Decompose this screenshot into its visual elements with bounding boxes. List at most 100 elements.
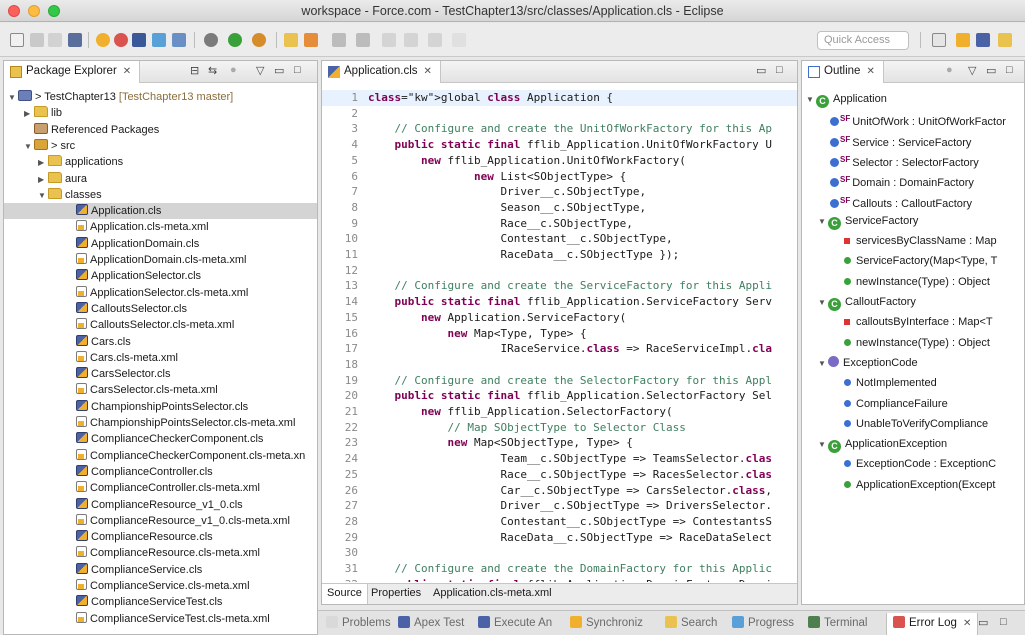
code-line[interactable]: 24 Team__c.SObjectType => TeamsSelector.…	[322, 451, 797, 467]
code-line[interactable]: 6 new List<SObjectType> {	[322, 169, 797, 185]
outline-item[interactable]: ▼ ExceptionCode	[802, 353, 1024, 373]
code-line[interactable]: 25 Race__c.SObjectType => RacesSelector.…	[322, 467, 797, 483]
tab-search[interactable]: Search	[665, 616, 717, 629]
code-line[interactable]: 32 public static final fflib_Application…	[322, 577, 797, 582]
last-edit-icon[interactable]	[382, 33, 396, 47]
outline-item[interactable]: servicesByClassName : Map	[802, 231, 1024, 251]
expand-toggle-icon[interactable]: ▼	[818, 293, 828, 312]
expand-toggle-icon[interactable]: ▶	[24, 106, 34, 121]
tree-item[interactable]: Referenced Packages	[4, 122, 317, 138]
tree-item[interactable]: ComplianceService.cls	[4, 562, 317, 578]
code-line[interactable]: 5 new fflib_Application.UnitOfWorkFactor…	[322, 153, 797, 169]
java-perspective-icon[interactable]	[976, 33, 990, 47]
tab-package-explorer[interactable]: Package Explorer ✕	[4, 61, 141, 83]
maximize-icon[interactable]: □	[1000, 616, 1007, 628]
pin-editor-icon[interactable]	[452, 33, 466, 47]
minimize-icon[interactable]: ▭	[274, 64, 284, 77]
code-editor[interactable]: 1 class="kw">global class Application {2 3…	[322, 84, 797, 582]
code-line[interactable]: 20 public static final fflib_Application…	[322, 388, 797, 404]
brush-icon[interactable]	[304, 33, 318, 47]
tree-item[interactable]: ComplianceController.cls-meta.xml	[4, 480, 317, 496]
open-type-icon[interactable]	[284, 33, 298, 47]
code-line[interactable]: 13 // Configure and create the ServiceFa…	[322, 278, 797, 294]
new-icon[interactable]	[10, 33, 24, 47]
code-line[interactable]: 28 Contestant__c.SObjectType => Contesta…	[322, 514, 797, 530]
outline-item[interactable]: ▼ C ServiceFactory	[802, 211, 1024, 231]
code-line[interactable]: 30	[322, 545, 797, 561]
tree-item[interactable]: Application.cls	[4, 203, 317, 220]
outline-item[interactable]: SF Service : ServiceFactory	[802, 130, 1024, 150]
outline-item[interactable]: calloutsByInterface : Map<T	[802, 312, 1024, 332]
maximize-icon[interactable]: □	[1006, 64, 1013, 76]
outline-item[interactable]: SF UnitOfWork : UnitOfWorkFactor	[802, 109, 1024, 129]
upload-icon[interactable]	[152, 33, 166, 47]
team-perspective-icon[interactable]	[998, 33, 1012, 47]
code-line[interactable]: 9 Race__c.SObjectType,	[322, 216, 797, 232]
next-annotation-icon[interactable]	[332, 33, 346, 47]
expand-toggle-icon[interactable]: ▼	[818, 354, 828, 373]
outline-item[interactable]: ▼ C ApplicationException	[802, 434, 1024, 454]
tree-item[interactable]: ▼ > src	[4, 138, 317, 154]
tab-apex-test[interactable]: Apex Test	[398, 616, 464, 629]
code-line[interactable]: 16 new Map<Type, Type> {	[322, 326, 797, 342]
code-line[interactable]: 4 public static final fflib_Application.…	[322, 137, 797, 153]
tree-item[interactable]: ComplianceController.cls	[4, 464, 317, 480]
tree-item[interactable]: ▼ classes	[4, 187, 317, 203]
tab-properties[interactable]: Properties	[366, 584, 426, 604]
view-menu-icon[interactable]: ▽	[968, 64, 976, 77]
download-icon[interactable]	[172, 33, 186, 47]
code-line[interactable]: 7 Driver__c.SObjectType,	[322, 184, 797, 200]
tree-item[interactable]: ComplianceResource_v1_0.cls	[4, 497, 317, 513]
save-icon[interactable]	[30, 33, 44, 47]
expand-toggle-icon[interactable]: ▶	[38, 155, 48, 170]
expand-toggle-icon[interactable]: ▼	[806, 90, 816, 109]
outline-item[interactable]: ▼ C CalloutFactory	[802, 292, 1024, 312]
tree-item[interactable]: ComplianceCheckerComponent.cls-meta.xn	[4, 448, 317, 464]
outline-item[interactable]: SF Domain : DomainFactory	[802, 170, 1024, 190]
code-line[interactable]: 12	[322, 263, 797, 279]
close-icon[interactable]: ✕	[123, 66, 131, 77]
tree-item[interactable]: ChampionshipPointsSelector.cls	[4, 399, 317, 415]
expand-toggle-icon[interactable]: ▼	[818, 435, 828, 454]
tree-item[interactable]: ApplicationDomain.cls-meta.xml	[4, 252, 317, 268]
back-icon[interactable]	[404, 33, 418, 47]
tree-item[interactable]: ▶ lib	[4, 105, 317, 121]
tab-problems[interactable]: Problems	[326, 616, 391, 629]
code-line[interactable]: 17 IRaceService.class => RaceServiceImpl…	[322, 341, 797, 357]
tree-item[interactable]: ApplicationSelector.cls-meta.xml	[4, 285, 317, 301]
tree-item[interactable]: ComplianceResource.cls-meta.xml	[4, 545, 317, 561]
expand-toggle-icon[interactable]: ▼	[24, 139, 34, 154]
outline-item[interactable]: NotImplemented	[802, 373, 1024, 393]
tree-item[interactable]: ApplicationDomain.cls	[4, 236, 317, 252]
code-line[interactable]: 26 Car__c.SObjectType => CarsSelector.cl…	[322, 483, 797, 499]
close-icon[interactable]: ✕	[866, 66, 874, 77]
apex-icon[interactable]	[132, 33, 146, 47]
external-tools-icon[interactable]	[252, 33, 266, 47]
save-all-icon[interactable]	[48, 33, 62, 47]
tab-error-log[interactable]: Error Log ✕	[886, 613, 979, 635]
tree-item[interactable]: ▶ applications	[4, 154, 317, 170]
tab-application-cls[interactable]: Application.cls ✕	[322, 61, 441, 83]
forward-icon[interactable]	[428, 33, 442, 47]
outline-item[interactable]: SF Selector : SelectorFactory	[802, 150, 1024, 170]
code-line[interactable]: 10 Contestant__c.SObjectType,	[322, 231, 797, 247]
expand-toggle-icon[interactable]: ▼	[38, 188, 48, 203]
tab-synchronize[interactable]: Synchroniz	[570, 616, 643, 629]
code-line[interactable]: 1 class="kw">global class Application {	[322, 90, 797, 106]
minimize-icon[interactable]: ▭	[978, 616, 988, 629]
close-icon[interactable]: ✕	[424, 66, 432, 77]
tab-progress[interactable]: Progress	[732, 616, 794, 629]
tree-item[interactable]: ▶ aura	[4, 171, 317, 187]
print-icon[interactable]	[68, 33, 82, 47]
outline-item[interactable]: ServiceFactory(Map<Type, T	[802, 251, 1024, 271]
code-line[interactable]: 29 RaceData__c.SObjectType => RaceDataSe…	[322, 530, 797, 546]
code-line[interactable]: 22 // Map SObjectType to Selector Class	[322, 420, 797, 436]
collapse-all-icon[interactable]: ⊟	[190, 64, 199, 77]
quick-access-input[interactable]: Quick Access	[817, 31, 909, 50]
expand-toggle-icon[interactable]: ▶	[38, 172, 48, 187]
focus-icon[interactable]: ●	[946, 64, 953, 76]
tree-item[interactable]: Cars.cls-meta.xml	[4, 350, 317, 366]
tree-item[interactable]: ChampionshipPointsSelector.cls-meta.xml	[4, 415, 317, 431]
code-line[interactable]: 18	[322, 357, 797, 373]
tree-item[interactable]: Cars.cls	[4, 334, 317, 350]
